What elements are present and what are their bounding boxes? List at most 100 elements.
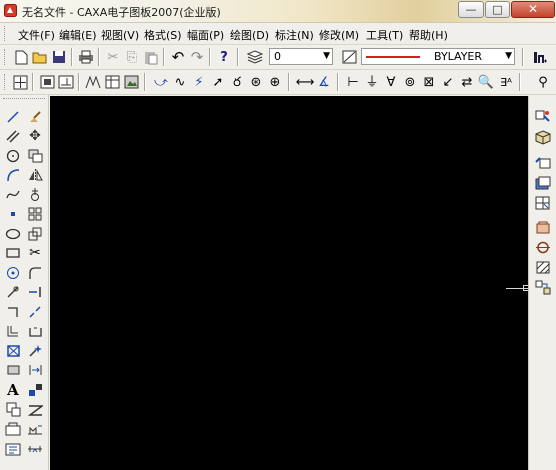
insert-block-icon[interactable] [3,419,23,438]
align-tool-icon[interactable] [25,360,45,379]
menu-help[interactable]: 帮助(H) [409,27,448,43]
text-scale-icon[interactable]: ∃ᴬ [497,73,515,91]
library-tool-icon[interactable] [3,439,23,458]
save-icon[interactable] [50,48,68,66]
explode-tool-icon[interactable] [25,341,45,360]
center-line-icon[interactable]: ⊕ [266,73,284,91]
bolt-library-icon[interactable] [533,238,553,257]
menu-file[interactable]: 文件(F) [18,27,55,43]
hatch-tool-icon[interactable] [3,341,23,360]
hole-icon[interactable]: ⊛ [247,73,265,91]
spline-tool-icon[interactable] [3,185,23,204]
scale-tool-icon[interactable] [25,224,45,243]
zoom-icon[interactable]: 🔍 [477,73,495,91]
arrow-icon[interactable]: ➚ [209,73,227,91]
tolerance-icon[interactable]: ⊚ [401,73,419,91]
pattern-tool-icon[interactable] [25,380,45,399]
text-style-icon[interactable]: ⇄ [458,73,476,91]
part-library-icon[interactable] [533,218,553,237]
hatch-edit-icon[interactable] [25,419,45,438]
drawing-canvas[interactable] [50,96,528,470]
rectangle-tool-icon[interactable] [3,243,23,262]
rotate-tool-icon[interactable] [25,185,45,204]
parallel-line-icon[interactable] [3,126,23,145]
menu-edit[interactable]: 编辑(E) [59,27,97,43]
query-tool-icon[interactable] [533,108,553,127]
wave-line-icon[interactable]: ∿ [171,73,189,91]
trim-tool-icon[interactable]: ✂ [25,243,45,262]
equidistant-tool-icon[interactable] [3,321,23,340]
ellipse-tool-icon[interactable] [3,224,23,243]
window-zoom-icon[interactable] [38,73,56,91]
image-insert-icon[interactable]: ⊠ [420,73,438,91]
fillet-tool-icon[interactable] [25,263,45,282]
hatch-pattern-icon[interactable] [533,258,553,277]
linewidth-icon[interactable] [531,48,549,66]
arc-arrow-icon[interactable]: ⤻ [152,73,170,91]
help-icon[interactable]: ? [215,48,233,66]
menu-dimension[interactable]: 标注(N) [275,27,314,43]
chamfer-tool-icon[interactable] [25,400,45,419]
arc-tool-icon[interactable] [3,165,23,184]
copy-tool-icon[interactable] [25,146,45,165]
roughness-icon[interactable]: ⊢ [344,73,362,91]
curve-tool-icon[interactable] [84,73,102,91]
break-tool-icon[interactable] [25,302,45,321]
polyline-tool-icon[interactable] [3,302,23,321]
drawing-frame-icon[interactable] [57,73,75,91]
mirror-tool-icon[interactable] [25,165,45,184]
3d-view-icon[interactable] [533,128,553,147]
table-tool-icon[interactable] [103,73,121,91]
menu-tools[interactable]: 工具(T) [366,27,403,43]
stretch-tool-icon[interactable] [25,321,45,340]
callout-icon[interactable]: ↙ [439,73,457,91]
menu-draw[interactable]: 绘图(D) [230,27,269,43]
spline-icon[interactable]: ర [228,73,246,91]
bom-tool-icon[interactable] [533,278,553,297]
property-icon[interactable] [533,152,553,171]
linear-dim-icon[interactable]: ⟷ [296,73,315,91]
eraser-tool-icon[interactable] [25,107,45,126]
menu-sheet[interactable]: 幅面(P) [187,27,224,43]
section-view-icon[interactable] [533,194,553,213]
menu-modify[interactable]: 修改(M) [319,27,359,43]
image-layer-icon[interactable] [533,174,553,193]
fill-tool-icon[interactable] [3,360,23,379]
image-tool-icon[interactable] [122,73,140,91]
angle-dim-icon[interactable]: ∡ [315,73,333,91]
zigzag-icon[interactable]: ⚡ [190,73,208,91]
circle-tool-icon[interactable] [3,146,23,165]
weld-icon[interactable]: ∀ [382,73,400,91]
menu-format[interactable]: 格式(S) [144,27,182,43]
extend-tool-icon[interactable] [25,282,45,301]
search-icon[interactable]: ⚲ [534,73,552,91]
array-tool-icon[interactable] [25,204,45,223]
minimize-button[interactable]: — [458,1,484,18]
point-tool-icon[interactable] [3,204,23,223]
centerline-tool-icon[interactable] [3,282,23,301]
paste-icon[interactable] [142,48,160,66]
snap-icon[interactable] [11,73,29,91]
datum-icon[interactable]: ⏚ [363,73,381,91]
new-file-icon[interactable] [12,48,30,66]
layer-select[interactable]: 0 ▼ [269,48,333,65]
close-button[interactable]: ✕ [511,1,555,18]
move-tool-icon[interactable]: ✥ [25,126,45,145]
copy-icon[interactable]: ⎘ [123,48,141,66]
cut-icon[interactable]: ✂ [104,48,122,66]
menu-view[interactable]: 视图(V) [101,27,139,43]
polygon-tool-icon[interactable] [3,263,23,282]
title-bar: 无名文件 - CAXA电子图板2007(企业版) — □ ✕ [0,0,556,23]
redo-icon[interactable]: ↷ [188,48,206,66]
linetype-select[interactable]: BYLAYER ▼ [361,48,515,65]
undo-icon[interactable]: ↶ [169,48,187,66]
maximize-button[interactable]: □ [485,1,510,18]
open-file-icon[interactable] [31,48,49,66]
linetype-icon[interactable] [340,48,358,66]
print-icon[interactable] [77,48,95,66]
line-tool-icon[interactable] [3,107,23,126]
block-tool-icon[interactable] [3,400,23,419]
lengthen-tool-icon[interactable] [25,439,45,458]
text-tool-icon[interactable]: A [3,380,23,399]
layers-icon[interactable] [246,48,264,66]
